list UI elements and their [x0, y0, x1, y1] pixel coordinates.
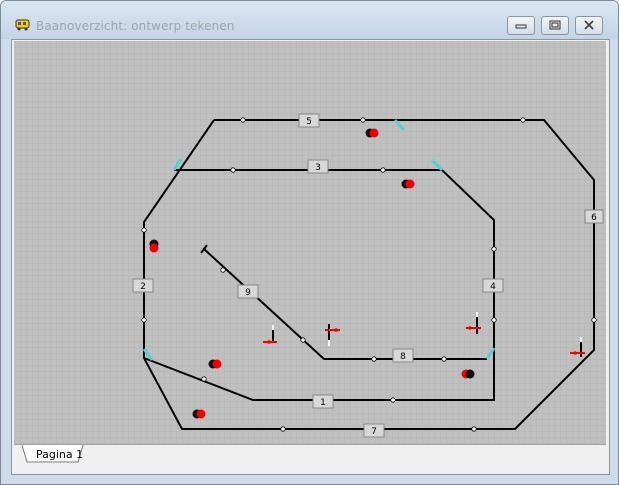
svg-text:4: 4: [490, 282, 496, 292]
svg-text:2: 2: [140, 282, 146, 292]
minimize-icon: [515, 24, 527, 29]
page-tab-strip: Pagina 1: [14, 444, 606, 470]
svg-text:9: 9: [245, 288, 251, 298]
red-signal-icon[interactable]: [208, 359, 222, 369]
red-signal-icon[interactable]: [461, 369, 475, 379]
close-button[interactable]: [575, 16, 603, 35]
red-signal-icon[interactable]: [365, 128, 379, 138]
grid-background: [14, 41, 606, 444]
track-label-1[interactable]: 1: [312, 394, 334, 409]
editor-client-area: 5 3 6 2 9 4 8 1 7 Pagina 1: [11, 39, 610, 475]
track-label-2[interactable]: 2: [132, 278, 154, 293]
track-label-5[interactable]: 5: [298, 113, 320, 128]
svg-text:5: 5: [306, 117, 312, 127]
track-label-7[interactable]: 7: [363, 423, 385, 438]
red-signal-icon[interactable]: [401, 179, 415, 189]
track-label-6[interactable]: 6: [584, 209, 604, 224]
svg-text:7: 7: [371, 427, 377, 437]
svg-text:6: 6: [591, 213, 597, 223]
minimize-button[interactable]: [507, 16, 535, 35]
svg-text:3: 3: [315, 163, 321, 173]
red-signal-icon[interactable]: [192, 409, 206, 419]
maximize-icon: [549, 20, 561, 30]
track-label-8[interactable]: 8: [392, 348, 414, 363]
maximize-button[interactable]: [541, 16, 569, 35]
close-icon: [584, 20, 594, 30]
title-bar[interactable]: Baanoverzicht: ontwerp tekenen: [1, 1, 618, 39]
svg-text:1: 1: [320, 398, 326, 408]
track-label-3[interactable]: 3: [307, 159, 329, 174]
track-label-4[interactable]: 4: [482, 278, 504, 293]
red-signal-icon[interactable]: [149, 239, 159, 253]
window-title: Baanoverzicht: ontwerp tekenen: [36, 19, 235, 33]
train-app-icon: [15, 19, 30, 31]
tab-pagina-1[interactable]: [22, 445, 84, 464]
svg-text:8: 8: [400, 352, 406, 362]
track-layout-canvas[interactable]: 5 3 6 2 9 4 8 1 7: [14, 41, 606, 444]
app-window: Baanoverzicht: ontwerp tekenen 5 3 6 2 9…: [0, 0, 619, 485]
track-label-9[interactable]: 9: [237, 284, 259, 299]
